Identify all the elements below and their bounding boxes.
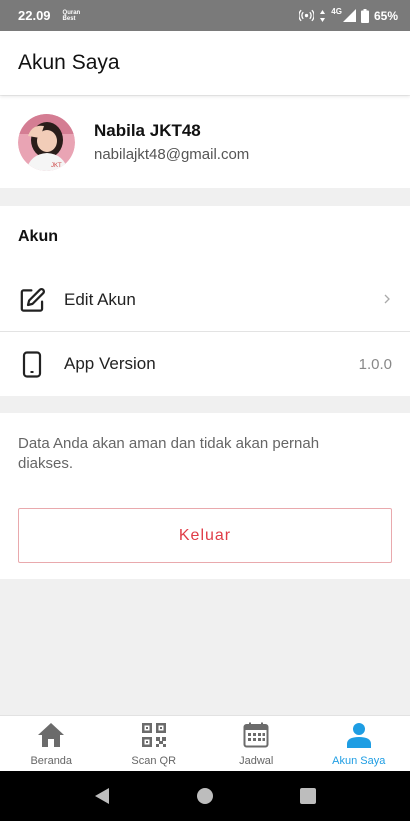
profile-name: Nabila JKT48 <box>94 121 201 140</box>
profile-card: JKT Nabila JKT48 nabilajkt48@gmail.com <box>0 96 410 188</box>
nav-label-my-account: Akun Saya <box>332 755 386 767</box>
app-version-row: App Version 1.0.0 <box>0 332 410 396</box>
back-button[interactable] <box>51 787 154 805</box>
nav-label-scan-qr: Scan QR <box>131 755 177 767</box>
nav-item-my-account[interactable]: Akun Saya <box>308 716 410 771</box>
recents-button[interactable] <box>257 787 360 805</box>
nav-label-schedule: Jadwal <box>239 755 274 767</box>
network-type: 4G <box>331 7 342 16</box>
recents-square-icon <box>300 788 316 804</box>
chevron-right-icon <box>382 292 392 309</box>
battery-icon <box>360 8 369 23</box>
profile-email: nabilajkt48@gmail.com <box>94 146 250 163</box>
info-section: Data Anda akan aman dan tidak akan perna… <box>0 413 410 579</box>
page-title: Akun Saya <box>18 51 120 74</box>
svg-text:JKT: JKT <box>51 163 62 169</box>
qr-code-icon <box>141 722 167 748</box>
edit-account-row[interactable]: Edit Akun <box>0 268 410 332</box>
status-bar: 22.09 Quran Best 4G 65% <box>0 0 410 31</box>
logout-button[interactable]: Keluar <box>18 508 392 563</box>
app-version-label: App Version <box>64 354 156 373</box>
status-time: 22.09 <box>18 8 51 23</box>
home-circle-icon <box>197 788 213 804</box>
hotspot-icon <box>299 8 315 23</box>
home-button[interactable] <box>154 787 257 805</box>
nav-label-home: Beranda <box>30 755 73 767</box>
edit-icon <box>18 286 46 314</box>
bottom-nav: Beranda Scan QR Jadwal Akun Saya <box>0 715 410 771</box>
app-notification-badge: Quran Best <box>62 9 81 22</box>
app-version-value: 1.0.0 <box>358 355 392 373</box>
back-triangle-icon <box>95 788 109 804</box>
privacy-note: Data Anda akan aman dan tidak akan perna… <box>18 435 320 472</box>
nav-item-scan-qr[interactable]: Scan QR <box>103 716 206 771</box>
home-icon <box>37 722 65 748</box>
app-header: Akun Saya <box>0 31 410 95</box>
avatar: JKT <box>18 113 75 171</box>
phone-icon <box>18 350 46 378</box>
nav-item-schedule[interactable]: Jadwal <box>205 716 308 771</box>
battery-level: 65% <box>373 8 398 23</box>
edit-account-label: Edit Akun <box>64 290 136 309</box>
person-icon <box>346 722 372 748</box>
data-arrows-icon <box>319 9 326 23</box>
system-nav-bar <box>0 771 410 821</box>
calendar-icon <box>243 722 269 748</box>
nav-item-home[interactable]: Beranda <box>0 716 103 771</box>
section-title: Akun <box>18 228 58 245</box>
signal-icon <box>342 9 356 22</box>
